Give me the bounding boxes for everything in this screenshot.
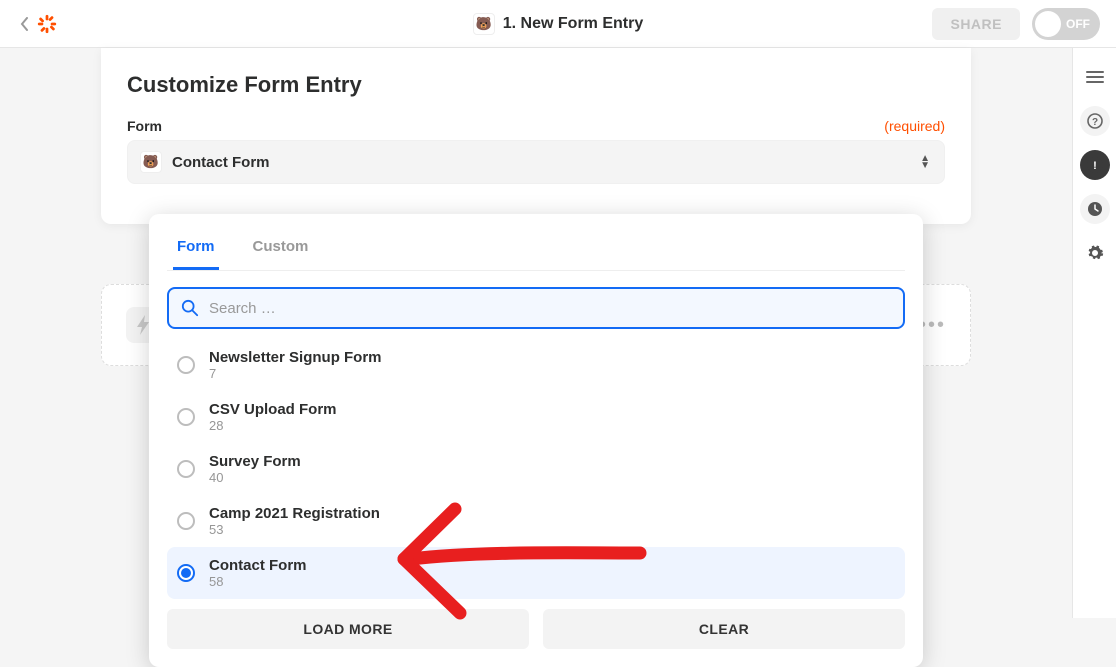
step-number: 1. bbox=[503, 15, 516, 32]
toggle-knob bbox=[1035, 11, 1061, 37]
svg-text:!: ! bbox=[1093, 160, 1097, 172]
options-list: Newsletter Signup Form 7 CSV Upload Form… bbox=[167, 339, 905, 599]
form-option[interactable]: Camp 2021 Registration 53 bbox=[167, 495, 905, 547]
history-button[interactable] bbox=[1080, 194, 1110, 224]
right-rail: ? ! bbox=[1072, 48, 1116, 618]
radio-icon bbox=[177, 564, 195, 582]
radio-icon bbox=[177, 512, 195, 530]
field-label-form: Form bbox=[127, 118, 162, 134]
form-select-value: Contact Form bbox=[172, 154, 270, 171]
search-icon bbox=[181, 299, 199, 317]
outline-button[interactable] bbox=[1080, 62, 1110, 92]
form-option[interactable]: Contact Form 58 bbox=[167, 547, 905, 599]
form-option[interactable]: Survey Form 40 bbox=[167, 443, 905, 495]
zapier-logo-icon bbox=[36, 13, 58, 35]
form-option[interactable]: CSV Upload Form 28 bbox=[167, 391, 905, 443]
alert-icon: ! bbox=[1087, 157, 1103, 173]
wpforms-icon: 🐻 bbox=[473, 13, 495, 35]
option-name: CSV Upload Form bbox=[209, 401, 337, 418]
publish-toggle[interactable]: OFF bbox=[1032, 8, 1100, 40]
radio-icon bbox=[177, 408, 195, 426]
settings-button[interactable] bbox=[1080, 238, 1110, 268]
dropdown-tabs: Form Custom bbox=[167, 228, 905, 271]
option-id: 40 bbox=[209, 470, 301, 485]
option-name: Survey Form bbox=[209, 453, 301, 470]
required-label: (required) bbox=[884, 118, 945, 134]
alerts-button[interactable]: ! bbox=[1080, 150, 1110, 180]
option-id: 58 bbox=[209, 574, 307, 589]
clear-button[interactable]: CLEAR bbox=[543, 609, 905, 649]
step-menu-button[interactable]: ••• bbox=[919, 314, 946, 337]
option-id: 7 bbox=[209, 366, 382, 381]
tab-custom[interactable]: Custom bbox=[249, 230, 313, 270]
search-box[interactable] bbox=[167, 287, 905, 329]
help-icon: ? bbox=[1087, 113, 1103, 129]
clock-icon bbox=[1087, 201, 1103, 217]
search-input[interactable] bbox=[209, 300, 891, 317]
help-button[interactable]: ? bbox=[1080, 106, 1110, 136]
back-button[interactable] bbox=[16, 15, 34, 33]
customize-card: Customize Form Entry Form (required) 🐻 C… bbox=[101, 48, 971, 224]
option-name: Newsletter Signup Form bbox=[209, 349, 382, 366]
sort-arrows-icon: ▲▼ bbox=[920, 155, 930, 169]
radio-icon bbox=[177, 356, 195, 374]
step-title-text: New Form Entry bbox=[521, 15, 644, 32]
tab-form[interactable]: Form bbox=[173, 230, 219, 270]
wpforms-icon: 🐻 bbox=[140, 151, 162, 173]
outline-icon bbox=[1086, 70, 1104, 84]
toggle-label: OFF bbox=[1066, 17, 1090, 31]
share-button[interactable]: SHARE bbox=[932, 8, 1020, 40]
load-more-button[interactable]: LOAD MORE bbox=[167, 609, 529, 649]
option-name: Camp 2021 Registration bbox=[209, 505, 380, 522]
gear-icon bbox=[1086, 244, 1104, 262]
option-name: Contact Form bbox=[209, 557, 307, 574]
form-option[interactable]: Newsletter Signup Form 7 bbox=[167, 339, 905, 391]
radio-icon bbox=[177, 460, 195, 478]
svg-text:?: ? bbox=[1091, 117, 1097, 128]
form-select-trigger[interactable]: 🐻 Contact Form ▲▼ bbox=[127, 140, 945, 184]
chevron-left-icon bbox=[20, 17, 30, 31]
option-id: 28 bbox=[209, 418, 337, 433]
top-bar: 🐻 1. New Form Entry SHARE OFF bbox=[0, 0, 1116, 48]
form-dropdown: Form Custom Newsletter Signup Form 7 CSV… bbox=[149, 214, 923, 667]
option-id: 53 bbox=[209, 522, 380, 537]
card-title: Customize Form Entry bbox=[127, 72, 945, 98]
